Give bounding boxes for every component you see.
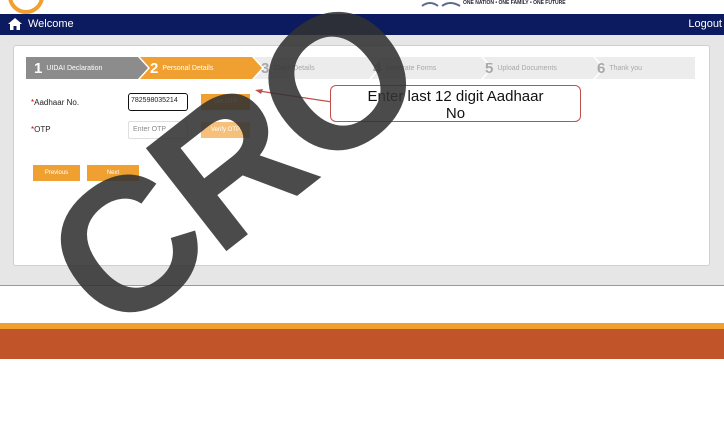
main-content: 1 UIDAI Declaration 2 Personal Details 3…: [0, 35, 724, 286]
step-number: 3: [261, 59, 270, 77]
aadhaar-label: Aadhaar No.: [34, 98, 80, 107]
aadhaar-input[interactable]: 782598035214: [128, 93, 188, 111]
get-otp-button[interactable]: Get OTP: [201, 94, 250, 110]
step-label: Generate Forms: [385, 64, 437, 72]
emblem-icon: [421, 2, 461, 7]
step-label: Claim Details: [273, 64, 315, 72]
step-generate-forms[interactable]: 4 Generate Forms: [373, 57, 436, 79]
otp-input[interactable]: Enter OTP: [128, 121, 188, 139]
previous-button[interactable]: Previous: [33, 165, 80, 181]
next-button[interactable]: Next: [87, 165, 139, 181]
top-navbar: Welcome Logout: [0, 14, 724, 35]
step-personal-details[interactable]: 2 Personal Details: [150, 57, 213, 79]
verify-otp-button[interactable]: Verify OTP: [201, 122, 250, 138]
step-label: Personal Details: [162, 64, 214, 72]
step-number: 4: [373, 59, 382, 77]
footer-bar: [0, 329, 724, 359]
step-label: Thank you: [609, 64, 643, 72]
step-uidai-declaration[interactable]: 1 UIDAI Declaration: [34, 57, 102, 79]
top-header-strip: ONE NATION • ONE FAMILY • ONE FUTURE: [0, 0, 724, 14]
logo: [8, 0, 44, 14]
step-thank-you[interactable]: 6 Thank you: [597, 57, 642, 79]
step-claim-details[interactable]: 3 Claim Details: [261, 57, 315, 79]
home-icon[interactable]: [8, 18, 22, 30]
tagline: ONE NATION • ONE FAMILY • ONE FUTURE: [463, 0, 566, 6]
wizard-stepper: 1 UIDAI Declaration 2 Personal Details 3…: [26, 57, 695, 79]
callout-line-2: No: [445, 105, 466, 122]
step-label: UIDAI Declaration: [46, 64, 103, 72]
instruction-callout: Enter last 12 digit Aadhaar No: [330, 85, 581, 122]
step-label: Upload Documents: [497, 64, 557, 72]
step-number: 2: [150, 59, 159, 77]
welcome-text: Welcome: [28, 18, 74, 30]
form-panel: 1 UIDAI Declaration 2 Personal Details 3…: [13, 45, 710, 266]
otp-label: OTP: [34, 125, 51, 134]
step-upload-documents[interactable]: 5 Upload Documents: [485, 57, 557, 79]
step-number: 5: [485, 59, 494, 77]
callout-line-1: Enter last 12 digit Aadhaar: [367, 88, 544, 105]
callout-arrow: [255, 89, 333, 103]
step-number: 6: [597, 59, 606, 77]
step-number: 1: [34, 59, 43, 77]
otp-label-row: *OTP: [31, 125, 51, 134]
logout-link[interactable]: Logout: [688, 18, 722, 30]
aadhaar-label-row: *Aadhaar No.: [31, 98, 79, 107]
